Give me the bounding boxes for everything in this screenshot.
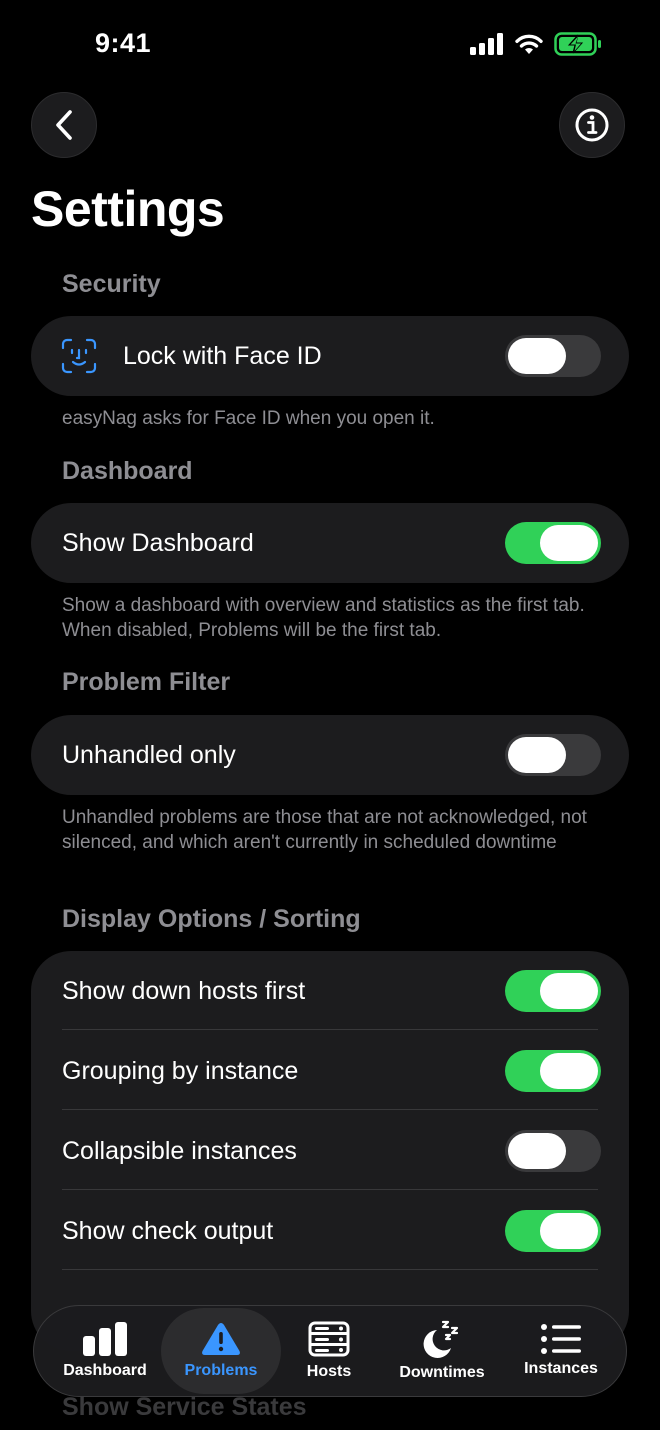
info-icon <box>575 108 609 142</box>
wifi-icon <box>515 34 543 54</box>
tab-hosts[interactable]: Hosts <box>284 1306 374 1396</box>
unhandled-only-toggle[interactable] <box>505 734 601 776</box>
grouping-by-instance-row[interactable]: Grouping by instance <box>31 1031 629 1111</box>
collapsible-instances-row[interactable]: Collapsible instances <box>31 1111 629 1191</box>
show-dashboard-row[interactable]: Show Dashboard <box>31 503 629 583</box>
show-dashboard-toggle[interactable] <box>505 522 601 564</box>
tab-instances[interactable]: Instances <box>511 1306 611 1396</box>
dashboard-footnote: Show a dashboard with overview and stati… <box>62 595 585 641</box>
cellular-signal-icon <box>470 33 503 55</box>
section-header-display-options: Display Options / Sorting <box>62 905 361 933</box>
tab-bar: Dashboard Problems Hosts Downtimes Insta… <box>33 1305 627 1397</box>
section-header-security: Security <box>62 270 161 298</box>
face-id-row[interactable]: Lock with Face ID <box>31 316 629 396</box>
divider <box>62 1189 598 1190</box>
show-down-hosts-first-row[interactable]: Show down hosts first <box>31 951 629 1031</box>
unhandled-only-label: Unhandled only <box>62 740 236 769</box>
tab-label: Instances <box>524 1360 598 1377</box>
show-down-hosts-first-toggle[interactable] <box>505 970 601 1012</box>
problem-filter-footnote: Unhandled problems are those that are no… <box>62 807 587 853</box>
chart-bars-icon <box>83 1322 127 1356</box>
toggle-knob <box>508 1133 566 1169</box>
tab-dashboard[interactable]: Dashboard <box>48 1306 162 1396</box>
toggle-knob <box>540 1213 598 1249</box>
back-button[interactable] <box>31 92 97 158</box>
tab-problems[interactable]: Problems <box>161 1308 281 1394</box>
show-down-hosts-first-label: Show down hosts first <box>62 976 306 1005</box>
face-id-label: Lock with Face ID <box>123 341 322 370</box>
tab-label: Hosts <box>306 1363 352 1380</box>
face-id-toggle[interactable] <box>505 335 601 377</box>
problem-filter-card: Unhandled only <box>31 715 629 795</box>
toggle-knob <box>540 525 598 561</box>
divider <box>62 1109 598 1110</box>
face-id-icon <box>61 338 97 374</box>
grouping-by-instance-toggle[interactable] <box>505 1050 601 1092</box>
toggle-knob <box>540 1053 598 1089</box>
moon-zzz-icon <box>423 1320 459 1358</box>
chevron-left-icon <box>56 110 72 140</box>
toggle-knob <box>508 737 566 773</box>
divider <box>62 1029 598 1030</box>
show-check-output-toggle[interactable] <box>505 1210 601 1252</box>
toggle-knob <box>540 973 598 1009</box>
collapsible-instances-label: Collapsible instances <box>62 1136 297 1165</box>
tab-downtimes[interactable]: Downtimes <box>387 1306 497 1396</box>
status-time: 9:41 <box>95 28 152 58</box>
server-icon <box>308 1321 350 1357</box>
page-title: Settings <box>31 181 225 237</box>
show-check-output-label: Show check output <box>62 1216 274 1245</box>
tab-label: Downtimes <box>399 1364 485 1381</box>
display-options-card: Show down hosts first Grouping by instan… <box>31 951 629 1351</box>
section-header-dashboard: Dashboard <box>62 457 193 485</box>
tab-label: Problems <box>184 1362 258 1379</box>
status-icons <box>470 32 602 56</box>
show-check-output-row[interactable]: Show check output <box>31 1191 629 1271</box>
tab-label: Dashboard <box>63 1362 147 1379</box>
section-header-problem-filter: Problem Filter <box>62 668 231 696</box>
collapsible-instances-toggle[interactable] <box>505 1130 601 1172</box>
dashboard-card: Show Dashboard <box>31 503 629 583</box>
toggle-knob <box>508 338 566 374</box>
divider <box>62 1269 598 1270</box>
info-button[interactable] <box>559 92 625 158</box>
battery-charging-icon <box>554 32 601 56</box>
warning-triangle-icon <box>202 1323 240 1355</box>
grouping-by-instance-label: Grouping by instance <box>62 1056 299 1085</box>
section-header-service-states: Show Service States <box>62 1393 307 1421</box>
security-card: Lock with Face ID <box>31 316 629 396</box>
security-footnote: easyNag asks for Face ID when you open i… <box>62 408 435 429</box>
show-dashboard-label: Show Dashboard <box>62 528 254 557</box>
unhandled-only-row[interactable]: Unhandled only <box>31 715 629 795</box>
list-icon <box>541 1324 581 1354</box>
